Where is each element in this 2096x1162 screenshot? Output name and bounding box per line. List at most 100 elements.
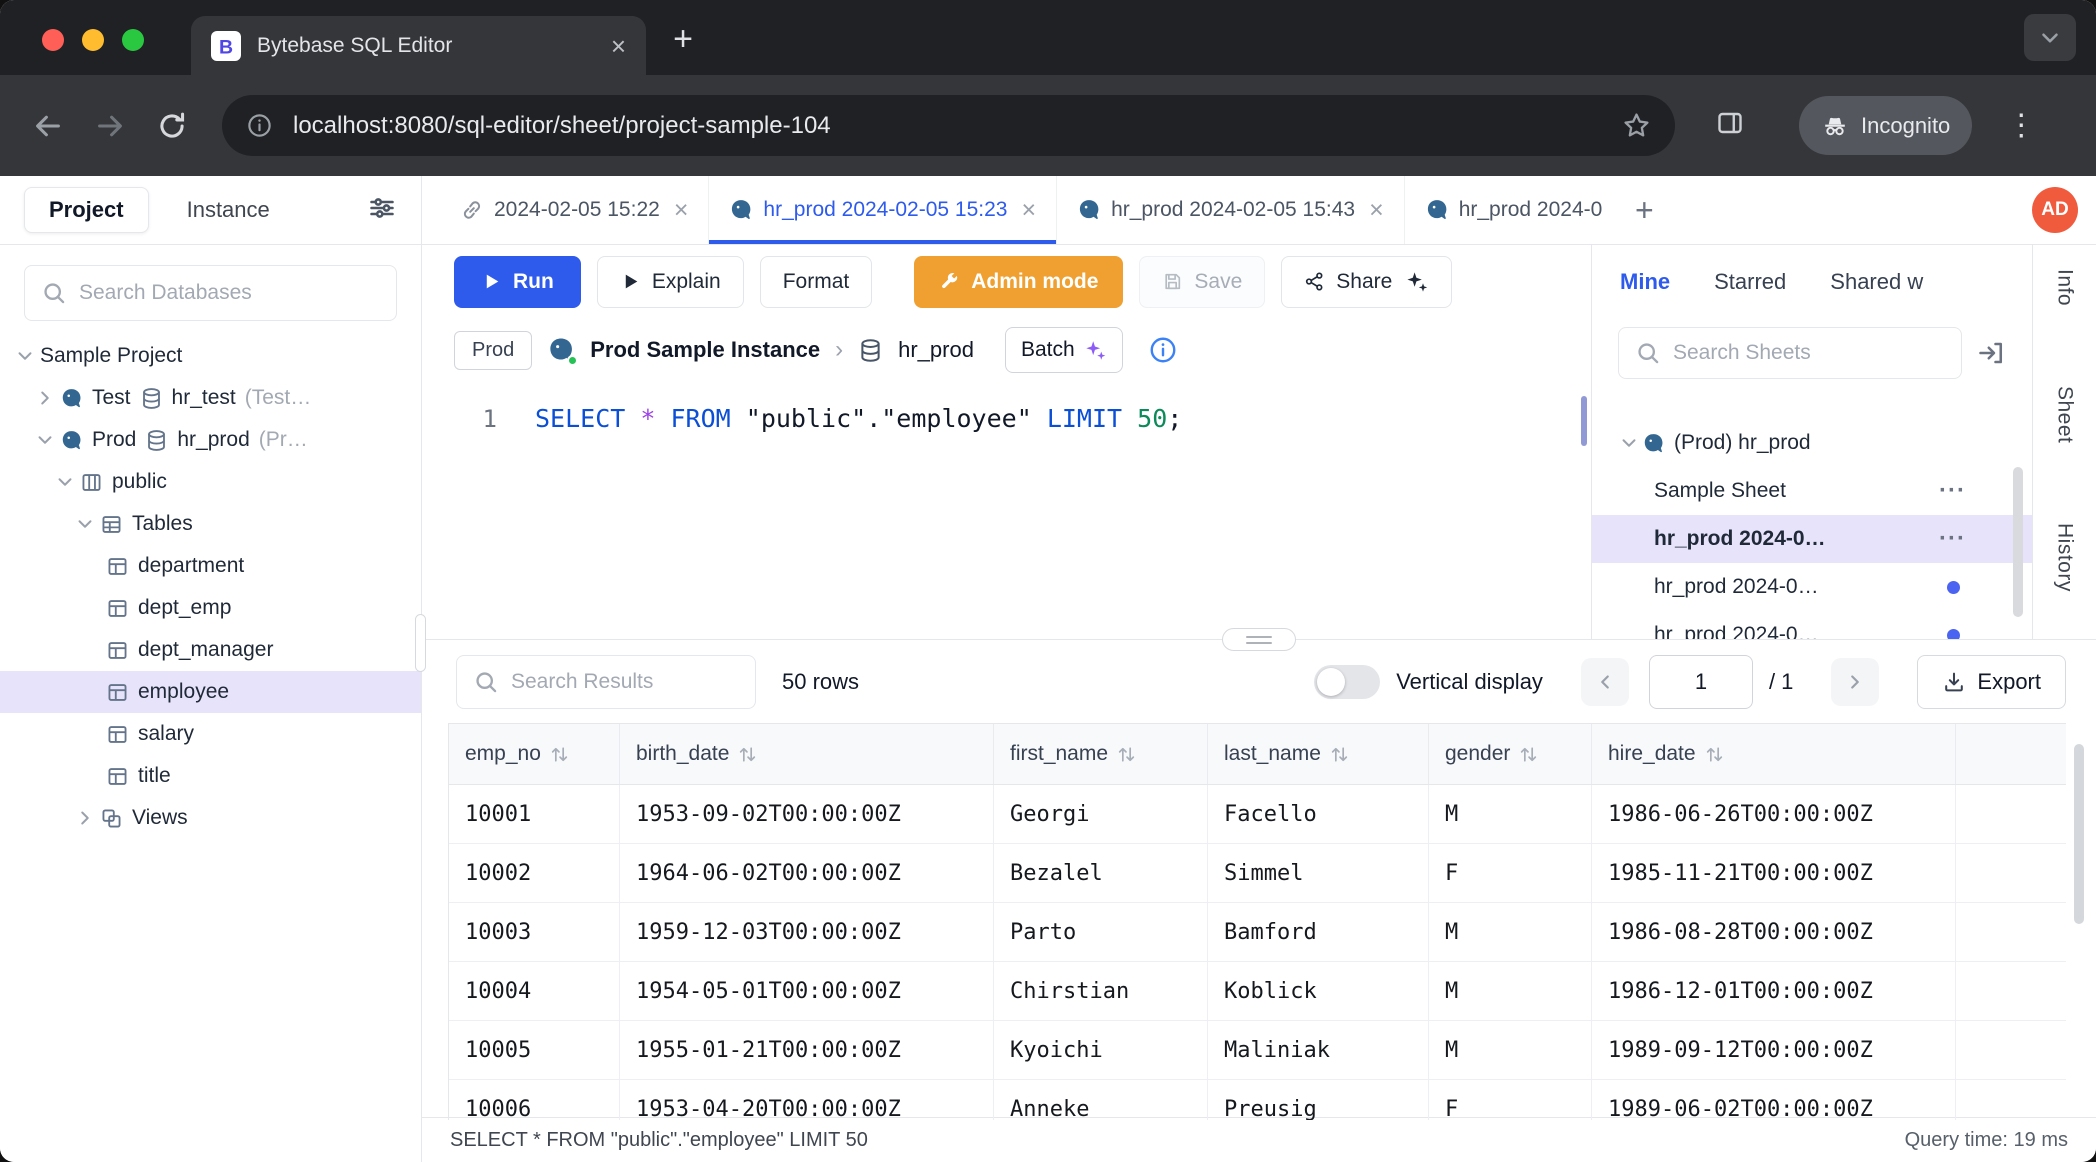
table-cell[interactable]: 10002 [449, 844, 620, 902]
sheet-item-menu-icon[interactable]: ··· [1939, 525, 1966, 553]
table-cell[interactable]: Georgi [994, 785, 1208, 843]
tree-item-public[interactable]: public [0, 461, 421, 503]
table-cell[interactable]: 1954-05-01T00:00:00Z [620, 962, 994, 1020]
prev-page-button[interactable] [1581, 658, 1629, 706]
back-button[interactable] [28, 106, 68, 146]
collapse-sheet-panel-icon[interactable] [1976, 338, 2006, 368]
reload-button[interactable] [152, 106, 192, 146]
table-cell[interactable]: 10005 [449, 1021, 620, 1079]
sql-editor[interactable]: 1 SELECT * FROM "public"."employee" LIMI… [422, 382, 1591, 639]
editor-scrollbar[interactable] [1581, 396, 1587, 446]
table-cell[interactable]: Koblick [1208, 962, 1429, 1020]
chevron-right-icon[interactable] [74, 807, 96, 829]
column-header-last_name[interactable]: last_name [1208, 724, 1429, 784]
tree-item-test[interactable]: Testhr_test(Test… [0, 377, 421, 419]
table-cell[interactable]: M [1429, 962, 1592, 1020]
tree-item-dept-emp[interactable]: dept_emp [0, 587, 421, 629]
fullscreen-window-button[interactable] [122, 29, 144, 51]
table-cell[interactable]: Parto [994, 903, 1208, 961]
table-cell[interactable]: F [1429, 1080, 1592, 1120]
sheet-panel-tab-shared-w[interactable]: Shared w [1830, 269, 1923, 295]
chevron-down-icon[interactable] [34, 429, 56, 451]
sheet-item[interactable]: hr_prod 2024-0…··· [1592, 515, 2032, 563]
table-cell[interactable]: Maliniak [1208, 1021, 1429, 1079]
export-button[interactable]: Export [1917, 655, 2066, 709]
table-cell[interactable]: Preusig [1208, 1080, 1429, 1120]
filter-settings-button[interactable] [367, 193, 397, 228]
table-cell[interactable]: Facello [1208, 785, 1429, 843]
tree-item-employee[interactable]: employee [0, 671, 421, 713]
instance-name[interactable]: Prod Sample Instance [590, 337, 820, 363]
table-cell[interactable]: Simmel [1208, 844, 1429, 902]
sql-code[interactable]: SELECT * FROM "public"."employee" LIMIT … [497, 404, 1182, 433]
table-cell[interactable]: Bamford [1208, 903, 1429, 961]
table-cell[interactable]: Chirstian [994, 962, 1208, 1020]
bookmark-star-icon[interactable] [1622, 111, 1651, 140]
table-cell[interactable]: 10006 [449, 1080, 620, 1120]
close-sheet-tab-icon[interactable]: × [674, 198, 689, 223]
chevron-down-icon[interactable] [14, 345, 36, 367]
sheet-item[interactable]: hr_prod 2024-0… [1592, 563, 2032, 611]
chevron-down-icon[interactable] [1618, 432, 1640, 454]
user-avatar[interactable]: AD [2032, 187, 2078, 233]
table-cell[interactable]: 1989-06-02T00:00:00Z [1592, 1080, 1956, 1120]
table-cell[interactable]: Kyoichi [994, 1021, 1208, 1079]
table-cell[interactable]: M [1429, 903, 1592, 961]
table-cell[interactable]: M [1429, 1021, 1592, 1079]
column-header-birth_date[interactable]: birth_date [620, 724, 994, 784]
table-cell[interactable]: 10003 [449, 903, 620, 961]
batch-button[interactable]: Batch [1005, 327, 1123, 373]
close-browser-tab-icon[interactable]: × [611, 33, 626, 59]
sheet-group[interactable]: (Prod) hr_prod [1592, 419, 2032, 467]
url-bar[interactable]: localhost:8080/sql-editor/sheet/project-… [222, 95, 1675, 156]
tab-project[interactable]: Project [24, 187, 149, 233]
table-cell[interactable]: 1964-06-02T00:00:00Z [620, 844, 994, 902]
format-button[interactable]: Format [760, 256, 873, 308]
column-header-hire_date[interactable]: hire_date [1592, 724, 1956, 784]
browser-tab[interactable]: B Bytebase SQL Editor × [191, 16, 646, 75]
tree-item-department[interactable]: department [0, 545, 421, 587]
table-cell[interactable]: 1959-12-03T00:00:00Z [620, 903, 994, 961]
share-button[interactable]: Share [1281, 256, 1452, 308]
run-button[interactable]: Run [454, 256, 581, 308]
tab-search-chevron-button[interactable] [2024, 14, 2076, 61]
close-window-button[interactable] [42, 29, 64, 51]
sheet-panel-scrollbar[interactable] [2013, 467, 2023, 617]
rail-tab-history[interactable]: History [2053, 523, 2077, 592]
table-cell[interactable]: 1953-09-02T00:00:00Z [620, 785, 994, 843]
page-input[interactable] [1649, 655, 1753, 709]
tree-item-title[interactable]: title [0, 755, 421, 797]
table-cell[interactable]: 1986-06-26T00:00:00Z [1592, 785, 1956, 843]
sheet-tab[interactable]: hr_prod 2024-02-05 15:23× [709, 176, 1057, 244]
chevron-down-icon[interactable] [54, 471, 76, 493]
database-name[interactable]: hr_prod [898, 337, 974, 363]
minimize-window-button[interactable] [82, 29, 104, 51]
tree-item-salary[interactable]: salary [0, 713, 421, 755]
rail-tab-sheet[interactable]: Sheet [2053, 386, 2077, 443]
table-cell[interactable]: 1986-12-01T00:00:00Z [1592, 962, 1956, 1020]
sheet-item[interactable]: Sample Sheet··· [1592, 467, 2032, 515]
new-sheet-tab-button[interactable]: + [1622, 176, 1666, 244]
sidebar-resize-handle[interactable] [415, 614, 426, 672]
chevron-right-icon[interactable] [34, 387, 56, 409]
chevron-down-icon[interactable] [74, 513, 96, 535]
close-sheet-tab-icon[interactable]: × [1021, 198, 1036, 223]
table-cell[interactable]: 1985-11-21T00:00:00Z [1592, 844, 1956, 902]
table-cell[interactable]: Bezalel [994, 844, 1208, 902]
column-header-gender[interactable]: gender [1429, 724, 1592, 784]
vertical-display-toggle[interactable] [1314, 665, 1380, 699]
sheet-panel-tab-starred[interactable]: Starred [1714, 269, 1786, 295]
environment-chip[interactable]: Prod [454, 331, 532, 370]
close-sheet-tab-icon[interactable]: × [1369, 198, 1384, 223]
tree-item-prod[interactable]: Prodhr_prod(Pr… [0, 419, 421, 461]
sheet-tab[interactable]: hr_prod 2024-02-05 15:43× [1057, 176, 1405, 244]
admin-mode-button[interactable]: Admin mode [914, 256, 1123, 308]
browser-menu-button[interactable]: ⋮ [2006, 108, 2036, 143]
column-header-emp_no[interactable]: emp_no [449, 724, 620, 784]
sheet-panel-tab-mine[interactable]: Mine [1620, 269, 1670, 295]
table-cell[interactable]: Anneke [994, 1080, 1208, 1120]
database-search-input[interactable] [79, 281, 380, 305]
explain-button[interactable]: Explain [597, 256, 744, 308]
site-info-icon[interactable] [246, 112, 273, 139]
results-scrollbar[interactable] [2074, 744, 2084, 924]
